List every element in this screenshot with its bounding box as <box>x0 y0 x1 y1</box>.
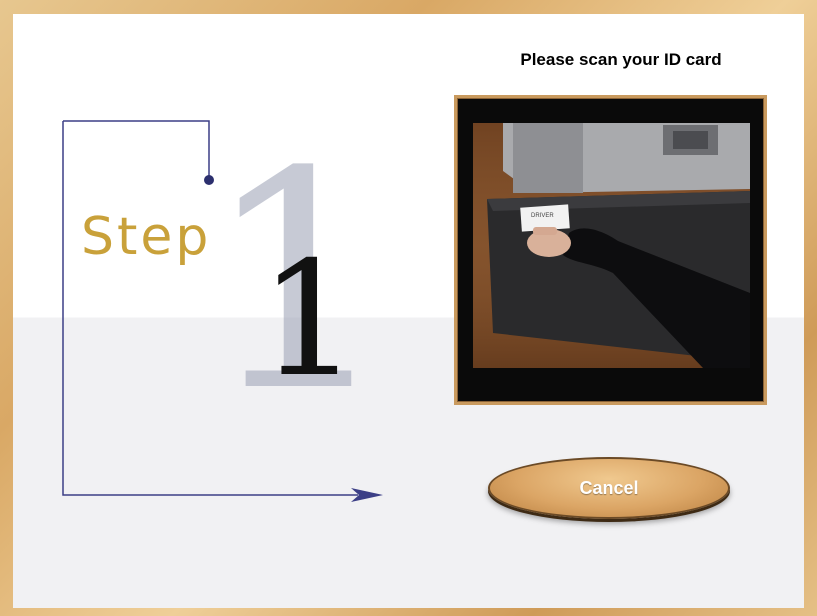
cancel-button[interactable]: Cancel <box>488 457 730 519</box>
video-frame: DRIVER <box>454 95 767 405</box>
id-card-text: DRIVER <box>531 213 554 219</box>
scanner-scene: DRIVER <box>473 123 750 368</box>
scan-demo-video: DRIVER <box>473 123 750 368</box>
scan-instruction: Please scan your ID card <box>520 50 722 69</box>
guide-line-top <box>63 120 210 180</box>
step-number: 1 <box>259 228 360 412</box>
kiosk-panel: 1 Step 1 Please scan your ID card DRIVER… <box>13 14 804 608</box>
wood-frame: 1 Step 1 Please scan your ID card DRIVER… <box>0 0 817 616</box>
step-word: Step <box>81 207 211 267</box>
